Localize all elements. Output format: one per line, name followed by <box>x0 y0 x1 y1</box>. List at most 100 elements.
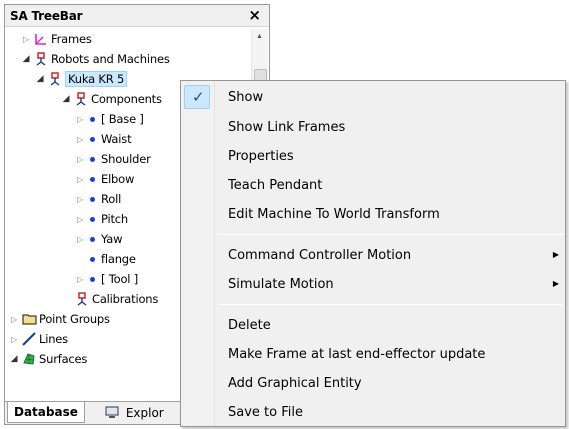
tree-item-label: Point Groups <box>39 312 110 326</box>
expand-arrow-icon[interactable]: ▷ <box>75 175 85 184</box>
tree-item-label: Pitch <box>101 212 128 226</box>
title-bar: SA TreeBar × <box>5 5 269 27</box>
tree-item-label: Waist <box>101 132 132 146</box>
menu-item-label: Show Link Frames <box>228 120 346 135</box>
scroll-up-icon[interactable]: ▲ <box>256 33 263 40</box>
menu-item-edit-machine-to-world-transform[interactable]: Edit Machine To World Transform <box>181 200 565 229</box>
tree-item-label: [ Tool ] <box>101 272 139 286</box>
tree-item-label: Yaw <box>101 232 123 246</box>
tree-item-surfaces[interactable]: ◢ Surfaces <box>9 349 88 369</box>
menu-item-label: Teach Pendant <box>228 178 323 193</box>
menu-item-make-frame-at-last-end-effector-update[interactable]: Make Frame at last end-effector update <box>181 340 565 369</box>
line-icon <box>22 332 36 346</box>
robot-icon <box>34 52 48 66</box>
dot-icon <box>90 116 95 122</box>
expand-arrow-icon[interactable]: ▷ <box>75 195 85 204</box>
tree-item-frames[interactable]: ▷ Frames <box>21 29 92 49</box>
computer-icon <box>105 405 119 419</box>
menu-item-add-graphical-entity[interactable]: Add Graphical Entity <box>181 369 565 398</box>
tree-item-pitch[interactable]: ▷ Pitch <box>75 209 128 229</box>
dot-icon <box>90 136 95 142</box>
frames-icon <box>34 32 48 46</box>
menu-item-label: Properties <box>228 149 294 164</box>
menu-item-label: Add Graphical Entity <box>228 376 362 391</box>
menu-item-label: Show <box>228 90 264 105</box>
submenu-arrow-icon: ▶ <box>552 279 559 288</box>
menu-item-label: Simulate Motion <box>228 277 334 292</box>
robot-icon <box>75 292 89 306</box>
tree-item-components[interactable]: ◢ Components <box>61 89 162 109</box>
tree-item-yaw[interactable]: ▷ Yaw <box>75 229 122 249</box>
dot-icon <box>90 216 95 222</box>
tab-label: Database <box>14 405 78 419</box>
menu-item-teach-pendant[interactable]: Teach Pendant <box>181 171 565 200</box>
tree-item-label: Surfaces <box>39 352 88 366</box>
check-icon: ✓ <box>192 88 205 106</box>
expand-arrow-icon[interactable]: ▷ <box>75 235 85 244</box>
tree-item-robots-and-machines[interactable]: ◢ Robots and Machines <box>21 49 170 69</box>
robot-icon <box>74 92 88 106</box>
expand-arrow-icon[interactable]: ▷ <box>21 35 31 44</box>
panel-title: SA TreeBar <box>10 9 83 23</box>
tree-item-calibrations[interactable]: Calibrations <box>75 289 158 309</box>
collapse-arrow-icon[interactable]: ◢ <box>9 354 19 364</box>
tree-item-label: Kuka KR 5 <box>65 71 128 87</box>
dot-icon <box>90 236 95 242</box>
tree-item-flange[interactable]: flange <box>88 249 136 269</box>
collapse-arrow-icon[interactable]: ◢ <box>21 54 31 64</box>
dot-icon <box>90 156 95 162</box>
context-menu: ✓ Show Show Link Frames Properties Teach… <box>180 80 566 427</box>
menu-item-properties[interactable]: Properties <box>181 142 565 171</box>
tree-item-label: Roll <box>101 192 122 206</box>
surface-icon <box>22 352 36 366</box>
tree-item-waist[interactable]: ▷ Waist <box>75 129 132 149</box>
tree-item-point-groups[interactable]: ▷ Point Groups <box>9 309 110 329</box>
tree-item-label: flange <box>101 252 136 266</box>
menu-separator <box>218 234 563 235</box>
close-icon[interactable]: × <box>248 6 261 24</box>
tree-item-label: Lines <box>39 332 68 346</box>
menu-item-command-controller-motion[interactable]: Command Controller Motion ▶ <box>181 241 565 270</box>
tab-label: Explor <box>125 406 164 420</box>
tree-item-label: Frames <box>51 32 92 46</box>
dot-icon <box>90 276 95 282</box>
tree-item-label: [ Base ] <box>101 112 144 126</box>
robot-icon <box>48 72 62 86</box>
tree-item-label: Shoulder <box>101 152 151 166</box>
checked-indicator: ✓ <box>184 85 210 109</box>
menu-item-label: Save to File <box>228 405 303 420</box>
tree-item-label: Calibrations <box>92 292 159 306</box>
tree-item-base[interactable]: ▷ [ Base ] <box>75 109 144 129</box>
menu-item-label: Command Controller Motion <box>228 248 412 263</box>
expand-arrow-icon[interactable]: ▷ <box>75 275 85 284</box>
menu-item-label: Delete <box>228 318 271 333</box>
tab-database[interactable]: Database <box>7 402 85 423</box>
dot-icon <box>90 196 95 202</box>
tree-item-elbow[interactable]: ▷ Elbow <box>75 169 134 189</box>
folder-icon <box>22 312 37 326</box>
tree-item-kuka-kr5[interactable]: ◢ Kuka KR 5 <box>35 69 128 89</box>
menu-separator <box>218 304 563 305</box>
submenu-arrow-icon: ▶ <box>552 250 559 259</box>
tree-item-label: Components <box>91 92 162 106</box>
expand-arrow-icon[interactable]: ▷ <box>9 315 19 324</box>
collapse-arrow-icon[interactable]: ◢ <box>35 74 45 84</box>
expand-arrow-icon[interactable]: ▷ <box>75 155 85 164</box>
tree-item-roll[interactable]: ▷ Roll <box>75 189 121 209</box>
collapse-arrow-icon[interactable]: ◢ <box>61 94 71 104</box>
menu-item-save-to-file[interactable]: Save to File <box>181 398 565 427</box>
dot-icon <box>90 256 95 262</box>
tree-item-shoulder[interactable]: ▷ Shoulder <box>75 149 151 169</box>
menu-item-simulate-motion[interactable]: Simulate Motion ▶ <box>181 270 565 299</box>
expand-arrow-icon[interactable]: ▷ <box>75 115 85 124</box>
tree-item-tool[interactable]: ▷ [ Tool ] <box>75 269 138 289</box>
expand-arrow-icon[interactable]: ▷ <box>75 215 85 224</box>
tree-item-lines[interactable]: ▷ Lines <box>9 329 68 349</box>
menu-item-label: Edit Machine To World Transform <box>228 207 440 222</box>
expand-arrow-icon[interactable]: ▷ <box>75 135 85 144</box>
menu-item-delete[interactable]: Delete <box>181 311 565 340</box>
menu-item-show[interactable]: ✓ Show <box>181 83 565 112</box>
expand-arrow-icon[interactable]: ▷ <box>9 335 19 344</box>
menu-item-show-link-frames[interactable]: Show Link Frames <box>181 113 565 142</box>
tab-explorer[interactable]: Explor <box>99 402 170 423</box>
